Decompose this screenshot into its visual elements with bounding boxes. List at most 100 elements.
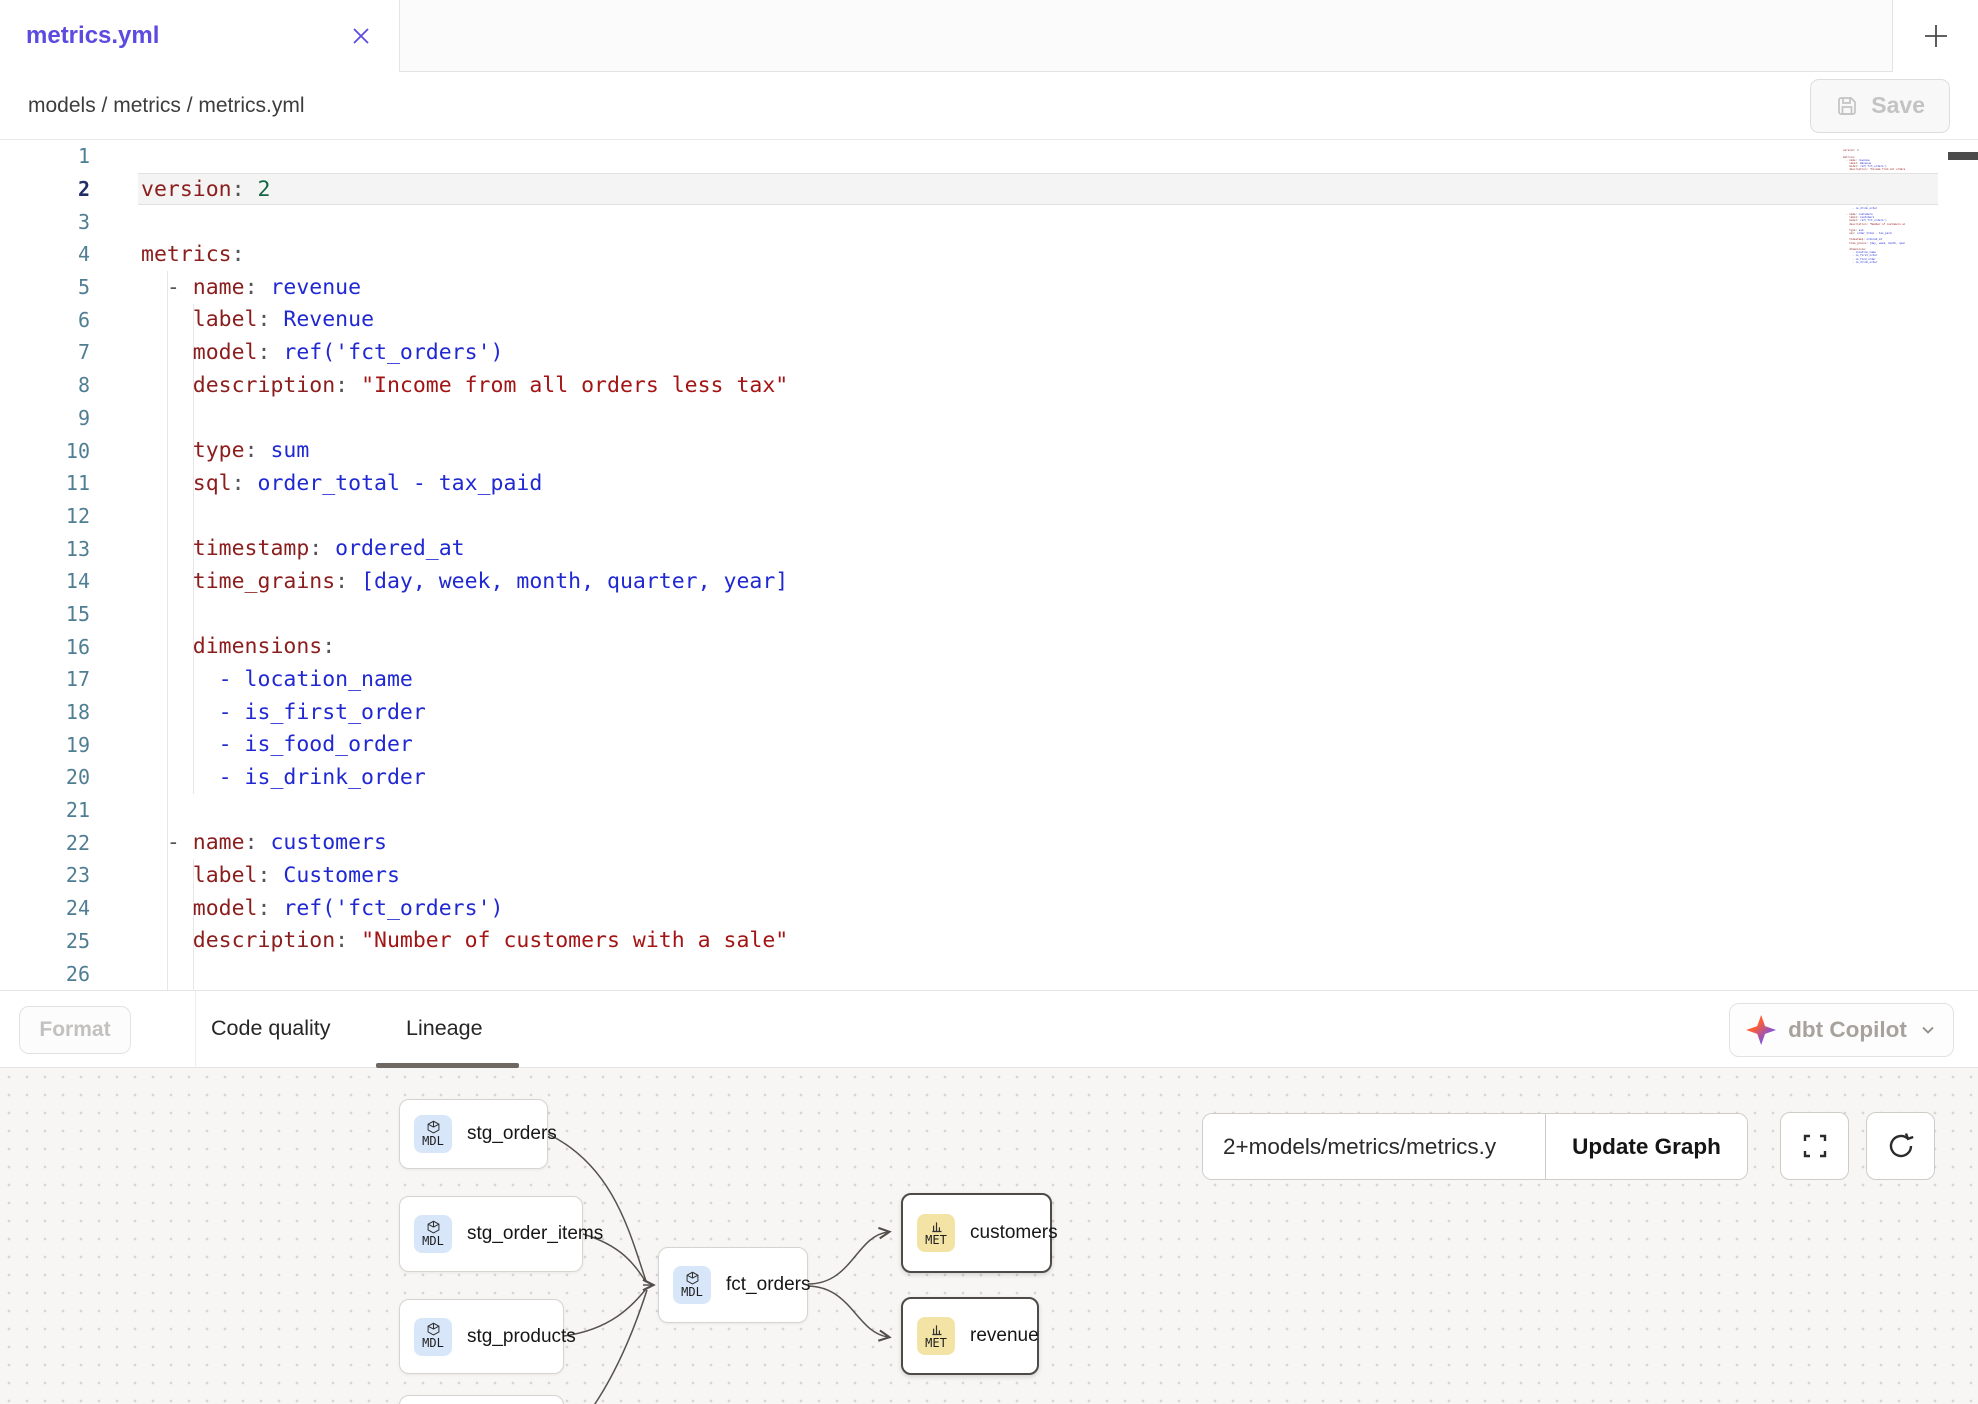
code-line[interactable]: 6 label: Revenue: [0, 303, 1978, 336]
line-number: 26: [0, 962, 90, 986]
code-line[interactable]: 25 description: "Number of customers wit…: [0, 925, 1978, 958]
line-number: 9: [0, 406, 90, 430]
code-line[interactable]: 16 dimensions:: [0, 630, 1978, 663]
graph-node-stg-order-items[interactable]: MDL stg_order_items: [399, 1196, 583, 1272]
fullscreen-button[interactable]: [1780, 1112, 1849, 1180]
model-chip: MDL: [673, 1266, 711, 1304]
save-button[interactable]: Save: [1810, 79, 1950, 133]
line-number: 4: [0, 242, 90, 266]
code-line[interactable]: 8 description: "Income from all orders l…: [0, 369, 1978, 402]
line-number: 18: [0, 700, 90, 724]
node-label: stg_products: [467, 1326, 576, 1348]
line-number: 10: [0, 439, 90, 463]
new-tab-button[interactable]: [1892, 0, 1978, 72]
format-button[interactable]: Format: [19, 1006, 131, 1054]
code-line[interactable]: 7 model: ref('fct_orders'): [0, 336, 1978, 369]
code-line[interactable]: 22 - name: customers: [0, 826, 1978, 859]
metric-chip: MET: [917, 1317, 955, 1355]
breadcrumb: models / metrics / metrics.yml: [28, 94, 305, 118]
cube-icon: [426, 1220, 441, 1235]
bar-chart-icon: [929, 1322, 944, 1337]
code-line[interactable]: 14 time_grains: [day, week, month, quart…: [0, 565, 1978, 598]
code-lines[interactable]: 12version: 234metrics:5 - name: revenue6…: [0, 140, 1978, 990]
save-label: Save: [1871, 92, 1925, 119]
line-number: 17: [0, 667, 90, 691]
refresh-icon: [1885, 1130, 1917, 1162]
lineage-selector-input[interactable]: [1203, 1114, 1546, 1179]
line-number: 22: [0, 831, 90, 855]
code-line[interactable]: 23 label: Customers: [0, 859, 1978, 892]
graph-node-customers[interactable]: MET customers: [901, 1193, 1052, 1273]
code-line[interactable]: 13 timestamp: ordered_at: [0, 532, 1978, 565]
tab-lineage[interactable]: Lineage: [406, 1016, 483, 1041]
line-number: 7: [0, 340, 90, 364]
node-label: stg_order_items: [467, 1223, 603, 1245]
graph-node-partial[interactable]: MDL: [399, 1395, 564, 1404]
cube-icon: [426, 1322, 441, 1337]
code-line[interactable]: 18 - is_first_order: [0, 696, 1978, 729]
code-editor[interactable]: 12version: 234metrics:5 - name: revenue6…: [0, 140, 1978, 990]
code-line[interactable]: 19 - is_food_order: [0, 728, 1978, 761]
update-graph-button[interactable]: Update Graph: [1546, 1114, 1747, 1179]
lineage-canvas[interactable]: MDL stg_orders MDL stg_order_items MDL s…: [0, 1068, 1978, 1404]
code-line[interactable]: 21: [0, 794, 1978, 827]
graph-node-revenue[interactable]: MET revenue: [901, 1297, 1039, 1375]
code-line[interactable]: 5 - name: revenue: [0, 271, 1978, 304]
code-line[interactable]: 10 type: sum: [0, 434, 1978, 467]
model-chip: MDL: [414, 1215, 452, 1253]
code-line[interactable]: 20 - is_drink_order: [0, 761, 1978, 794]
line-number: 21: [0, 798, 90, 822]
line-number: 11: [0, 471, 90, 495]
code-line[interactable]: 2version: 2: [0, 173, 1978, 206]
file-header-row: models / metrics / metrics.yml Save: [0, 72, 1978, 140]
line-number: 15: [0, 602, 90, 626]
code-line[interactable]: 4metrics:: [0, 238, 1978, 271]
fullscreen-icon: [1801, 1132, 1829, 1160]
dbt-copilot-button[interactable]: dbt Copilot: [1729, 1003, 1954, 1057]
app-root: metrics.yml models / metrics / metrics.y…: [0, 0, 1978, 1404]
model-chip: MDL: [414, 1318, 452, 1356]
refresh-button[interactable]: [1866, 1112, 1935, 1180]
node-label: stg_orders: [467, 1123, 557, 1145]
cube-icon: [426, 1120, 441, 1135]
graph-node-stg-orders[interactable]: MDL stg_orders: [399, 1099, 548, 1169]
toolbar-divider: [195, 991, 196, 1068]
code-line[interactable]: 12: [0, 500, 1978, 533]
metric-chip: MET: [917, 1214, 955, 1252]
line-number: 25: [0, 929, 90, 953]
close-icon[interactable]: [349, 24, 373, 48]
code-line[interactable]: 15: [0, 598, 1978, 631]
floppy-disk-icon: [1835, 94, 1859, 118]
code-line[interactable]: 24 model: ref('fct_orders'): [0, 892, 1978, 925]
code-line[interactable]: 11 sql: order_total - tax_paid: [0, 467, 1978, 500]
code-line[interactable]: 17 - location_name: [0, 663, 1978, 696]
graph-node-fct-orders[interactable]: MDL fct_orders: [658, 1247, 808, 1323]
line-number: 13: [0, 537, 90, 561]
line-number: 5: [0, 275, 90, 299]
line-number: 6: [0, 308, 90, 332]
code-line[interactable]: 1: [0, 140, 1978, 173]
tab-bar-empty-area: [400, 0, 1892, 72]
tab-title: metrics.yml: [26, 22, 159, 50]
cube-icon: [685, 1271, 700, 1286]
line-number: 20: [0, 765, 90, 789]
line-number: 16: [0, 635, 90, 659]
line-number: 1: [0, 144, 90, 168]
scrollbar-thumb[interactable]: [1948, 152, 1978, 160]
code-line[interactable]: 9: [0, 402, 1978, 435]
code-line[interactable]: 3: [0, 205, 1978, 238]
editor-toolbar: Format Code quality Lineage dbt Copilot: [0, 990, 1978, 1068]
tab-bar: metrics.yml: [0, 0, 1978, 72]
tab-code-quality[interactable]: Code quality: [211, 1016, 331, 1041]
model-chip: MDL: [414, 1115, 452, 1153]
chevron-down-icon: [1919, 1021, 1937, 1039]
line-number: 8: [0, 373, 90, 397]
line-number: 24: [0, 896, 90, 920]
graph-node-stg-products[interactable]: MDL stg_products: [399, 1299, 564, 1374]
dbt-logo-icon: [1746, 1015, 1776, 1045]
code-line[interactable]: 26: [0, 957, 1978, 990]
bar-chart-icon: [929, 1219, 944, 1234]
tab-metrics-yml[interactable]: metrics.yml: [0, 0, 400, 72]
plus-icon: [1921, 21, 1951, 51]
line-number: 2: [0, 177, 90, 201]
